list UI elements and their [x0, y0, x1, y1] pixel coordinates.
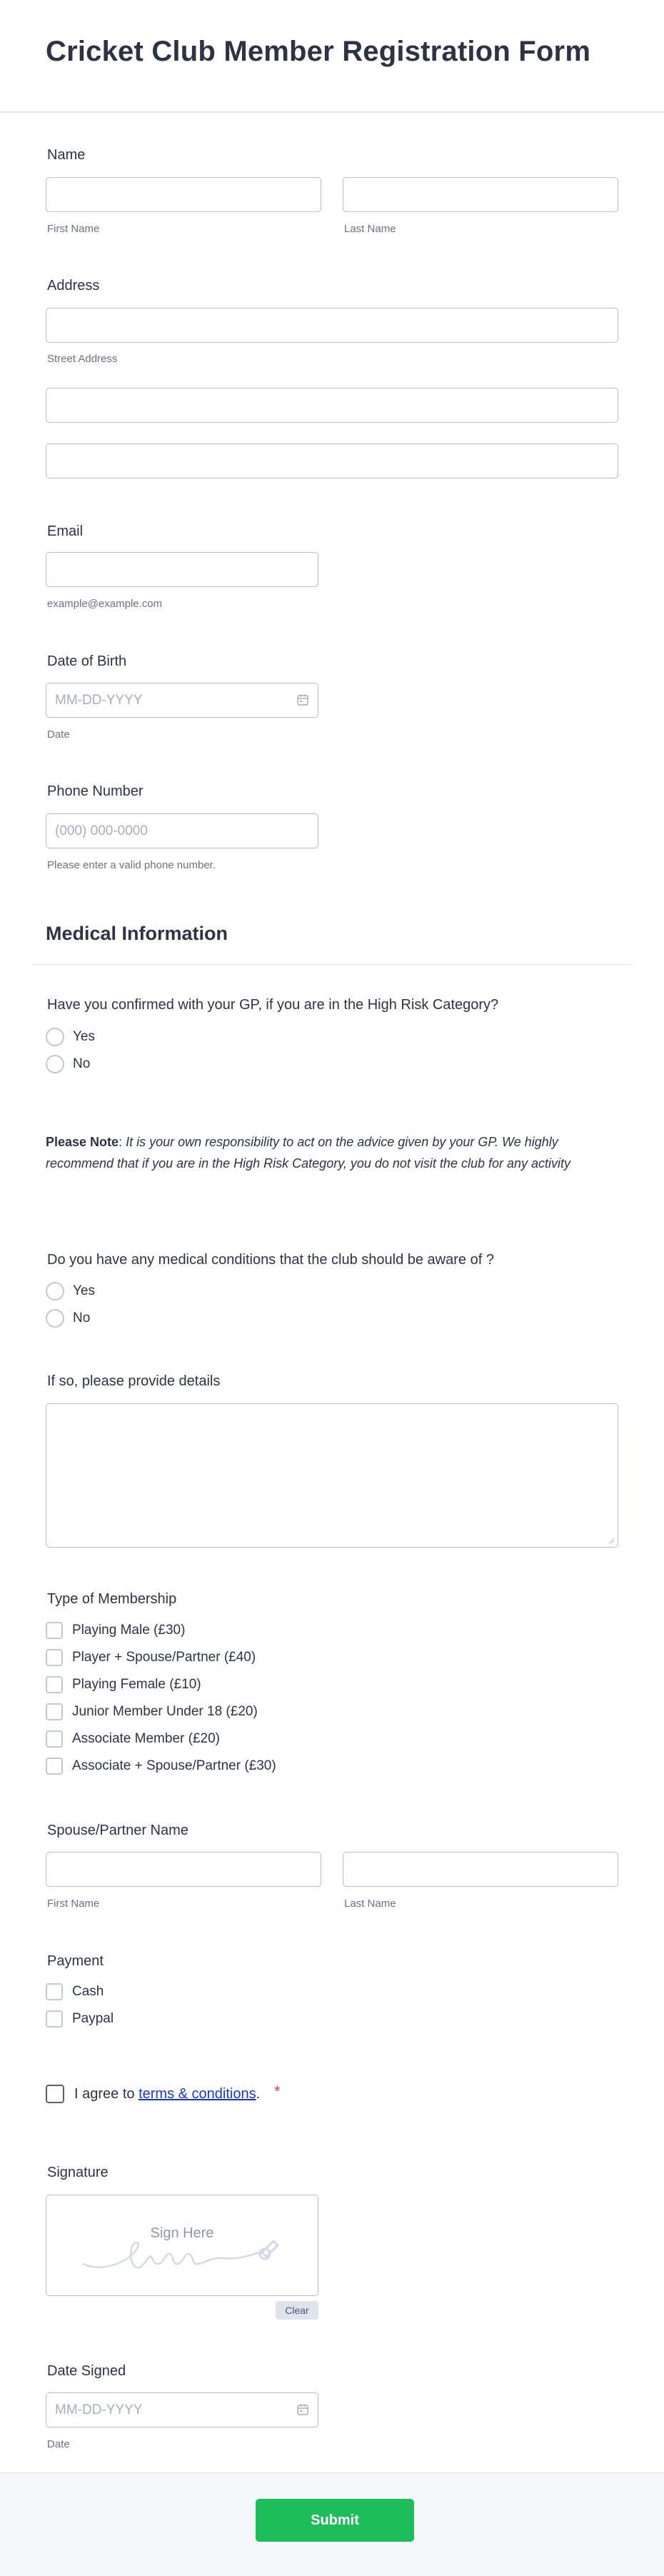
gp-yes-radio[interactable]: [46, 1028, 64, 1046]
dob-sublabel: Date: [47, 728, 70, 741]
dob-input[interactable]: MM-DD-YYYY: [46, 683, 318, 718]
membership-checkbox[interactable]: [46, 1703, 63, 1720]
address-label: Address: [47, 278, 100, 294]
medical-section-title: Medical Information: [46, 923, 228, 944]
membership-label: Type of Membership: [47, 1591, 177, 1607]
note-colon: :: [119, 1135, 123, 1149]
clear-signature-button[interactable]: Clear: [276, 2301, 318, 2320]
medical-note: Please Note: It is your own responsibili…: [46, 1131, 621, 1174]
email-label: Email: [47, 523, 84, 539]
payment-cash-label[interactable]: Cash: [72, 1984, 104, 2000]
dob-placeholder: MM-DD-YYYY: [55, 693, 143, 708]
terms-prefix: I agree to: [74, 2086, 139, 2102]
phone-placeholder: (000) 000-0000: [55, 823, 148, 838]
gp-no-label[interactable]: No: [73, 1056, 90, 1072]
date-signed-sublabel: Date: [47, 2438, 70, 2450]
calendar-icon[interactable]: [296, 693, 309, 706]
address-line3-input[interactable]: [46, 443, 618, 478]
date-signed-input[interactable]: MM-DD-YYYY: [46, 2392, 318, 2427]
note-text: It is your own responsibility to act on …: [46, 1135, 571, 1171]
terms-agreement-text: I agree to terms & conditions.: [74, 2086, 260, 2103]
membership-checkbox[interactable]: [46, 1676, 63, 1693]
spouse-last-name-sublabel: Last Name: [344, 1898, 396, 1910]
phone-sublabel: Please enter a valid phone number.: [47, 859, 216, 871]
terms-suffix: .: [256, 2086, 261, 2102]
required-asterisk: *: [274, 2083, 281, 2100]
street-address-sublabel: Street Address: [47, 353, 118, 365]
membership-option-label[interactable]: Player + Spouse/Partner (£40): [72, 1650, 256, 1665]
payment-cash-checkbox[interactable]: [46, 1983, 63, 2000]
membership-option-label[interactable]: Associate + Spouse/Partner (£30): [72, 1758, 276, 1774]
section-divider: [31, 964, 633, 965]
last-name-input[interactable]: [343, 177, 618, 212]
spouse-first-name-sublabel: First Name: [47, 1898, 100, 1910]
membership-checkbox[interactable]: [46, 1622, 63, 1639]
signature-label: Signature: [47, 2165, 109, 2180]
spouse-name-label: Spouse/Partner Name: [47, 1823, 188, 1838]
date-signed-label: Date Signed: [47, 2363, 126, 2379]
dob-label: Date of Birth: [47, 653, 127, 669]
header-divider: [0, 111, 664, 113]
conditions-yes-radio[interactable]: [46, 1282, 64, 1300]
membership-option-label[interactable]: Playing Female (£10): [72, 1677, 201, 1693]
name-label: Name: [47, 147, 86, 163]
spouse-first-name-input[interactable]: [46, 1852, 321, 1887]
submit-button[interactable]: Submit: [256, 2499, 414, 2542]
calendar-icon[interactable]: [296, 2403, 309, 2416]
terms-conditions-link[interactable]: terms & conditions: [139, 2086, 256, 2102]
details-label: If so, please provide details: [47, 1373, 221, 1389]
payment-paypal-label[interactable]: Paypal: [72, 2011, 114, 2027]
conditions-yes-label[interactable]: Yes: [73, 1283, 95, 1299]
first-name-sublabel: First Name: [47, 223, 100, 235]
signature-pad[interactable]: Sign Here: [46, 2195, 318, 2296]
conditions-question-label: Do you have any medical conditions that …: [47, 1252, 494, 1268]
form-title: Cricket Club Member Registration Form: [46, 36, 591, 67]
gp-no-radio[interactable]: [46, 1055, 64, 1073]
terms-checkbox[interactable]: [46, 2085, 64, 2103]
payment-label: Payment: [47, 1953, 104, 1969]
membership-option-label[interactable]: Associate Member (£20): [72, 1731, 220, 1747]
last-name-sublabel: Last Name: [344, 223, 396, 235]
street-address-line2-input[interactable]: [46, 388, 618, 423]
conditions-no-radio[interactable]: [46, 1309, 64, 1328]
email-sublabel: example@example.com: [47, 598, 163, 610]
email-input[interactable]: [46, 552, 318, 587]
conditions-no-label[interactable]: No: [73, 1310, 90, 1326]
membership-option-label[interactable]: Junior Member Under 18 (£20): [72, 1704, 258, 1720]
membership-option-label[interactable]: Playing Male (£30): [72, 1623, 185, 1638]
gp-yes-label[interactable]: Yes: [73, 1029, 95, 1045]
resize-handle-icon[interactable]: [608, 1537, 615, 1544]
payment-paypal-checkbox[interactable]: [46, 2010, 63, 2028]
street-address-input[interactable]: [46, 308, 618, 343]
signature-placeholder: Sign Here: [150, 2225, 214, 2241]
note-bold-label: Please Note: [46, 1135, 119, 1149]
phone-input[interactable]: (000) 000-0000: [46, 813, 318, 848]
membership-checkbox[interactable]: [46, 1730, 63, 1748]
membership-checkbox[interactable]: [46, 1649, 63, 1666]
date-signed-placeholder: MM-DD-YYYY: [55, 2402, 143, 2417]
gp-question-label: Have you confirmed with your GP, if you …: [47, 997, 499, 1013]
spouse-last-name-input[interactable]: [343, 1852, 618, 1887]
details-textarea[interactable]: [46, 1403, 618, 1548]
phone-label: Phone Number: [47, 783, 144, 799]
membership-checkbox[interactable]: [46, 1758, 63, 1775]
first-name-input[interactable]: [46, 177, 321, 212]
